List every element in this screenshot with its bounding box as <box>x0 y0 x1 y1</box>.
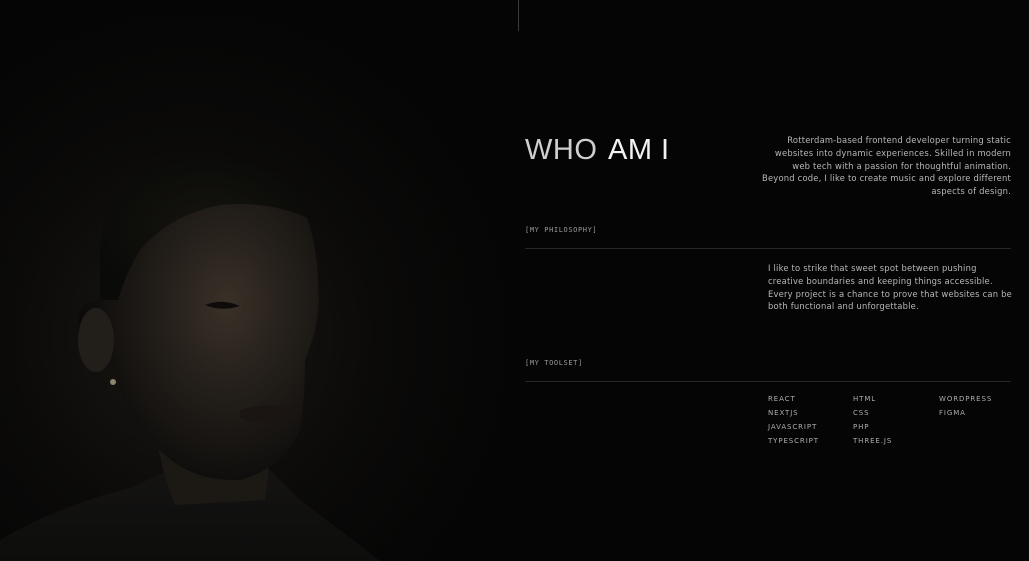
tool-item: CSS <box>853 409 870 417</box>
tool-item: TYPESCRIPT <box>768 437 819 445</box>
ear-shape <box>78 308 114 372</box>
tool-item: REACT <box>768 395 796 403</box>
top-divider <box>518 0 519 31</box>
tool-item: JAVASCRIPT <box>768 423 818 431</box>
tool-item: WORDPRESS <box>939 395 993 403</box>
tool-item: PHP <box>853 423 870 431</box>
philosophy-label: [MY PHILOSOPHY] <box>525 226 598 234</box>
title-light: WHO <box>525 134 598 166</box>
tool-item: FIGMA <box>939 409 966 417</box>
toolset-label: [MY TOOLSET] <box>525 359 583 367</box>
portrait-image <box>0 0 519 561</box>
page-title: WHO AM I <box>525 131 670 168</box>
tool-item: NEXTJS <box>768 409 799 417</box>
philosophy-divider <box>525 248 1011 249</box>
philosophy-text: I like to strike that sweet spot between… <box>768 263 1012 312</box>
toolset-divider <box>525 381 1011 382</box>
title-bold: AM I <box>607 134 670 166</box>
tool-item: HTML <box>853 395 877 403</box>
tool-item: THREE.JS <box>853 437 893 445</box>
portrait-illustration <box>0 157 380 561</box>
earring <box>110 379 116 385</box>
intro-text: Rotterdam-based frontend developer turni… <box>762 135 1011 197</box>
